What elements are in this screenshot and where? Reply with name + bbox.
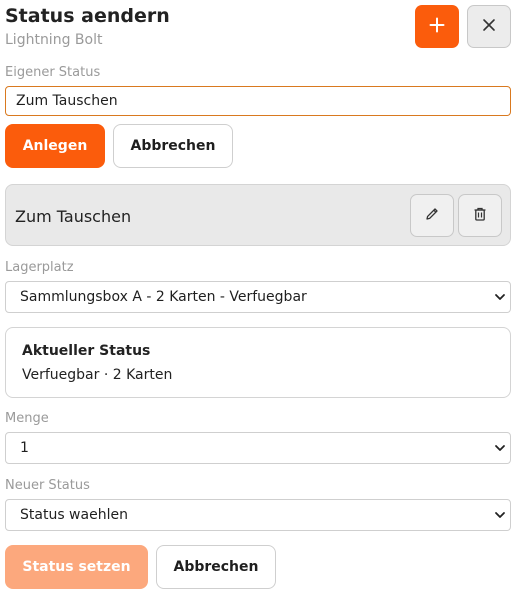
storage-label: Lagerplatz [5,260,74,275]
add-status-button[interactable] [415,5,459,48]
edit-status-button[interactable] [410,194,454,237]
storage-select-value: Sammlungsbox A - 2 Karten - Verfuegbar [20,289,307,305]
set-status-button[interactable]: Status setzen [5,545,148,589]
cancel-create-button[interactable]: Abbrechen [113,124,233,168]
chevron-down-icon [494,442,506,458]
new-status-select[interactable]: Status waehlen [5,499,511,531]
close-button[interactable] [467,5,511,48]
delete-status-button[interactable] [458,194,502,237]
pencil-icon [424,206,440,225]
new-status-label: Neuer Status [5,478,90,493]
create-status-button[interactable]: Anlegen [5,124,105,168]
plus-icon [429,17,445,36]
custom-status-item: Zum Tauschen [5,184,511,246]
current-status-card: Aktueller Status Verfuegbar · 2 Karten [5,327,511,398]
quantity-label: Menge [5,411,49,426]
quantity-select-value: 1 [20,440,29,456]
custom-status-item-name: Zum Tauschen [15,207,132,226]
custom-status-label: Eigener Status [5,65,101,80]
trash-icon [472,206,488,225]
cancel-button[interactable]: Abbrechen [156,545,276,589]
close-icon [482,18,496,35]
chevron-down-icon [494,509,506,525]
storage-select[interactable]: Sammlungsbox A - 2 Karten - Verfuegbar [5,281,511,313]
custom-status-input[interactable] [5,86,511,116]
card-name-subtitle: Lightning Bolt [5,32,103,48]
current-status-heading: Aktueller Status [22,343,151,359]
current-status-value: Verfuegbar · 2 Karten [22,367,173,383]
new-status-select-value: Status waehlen [20,507,128,523]
quantity-select[interactable]: 1 [5,432,511,464]
page-title: Status aendern [5,5,170,27]
chevron-down-icon [494,291,506,307]
